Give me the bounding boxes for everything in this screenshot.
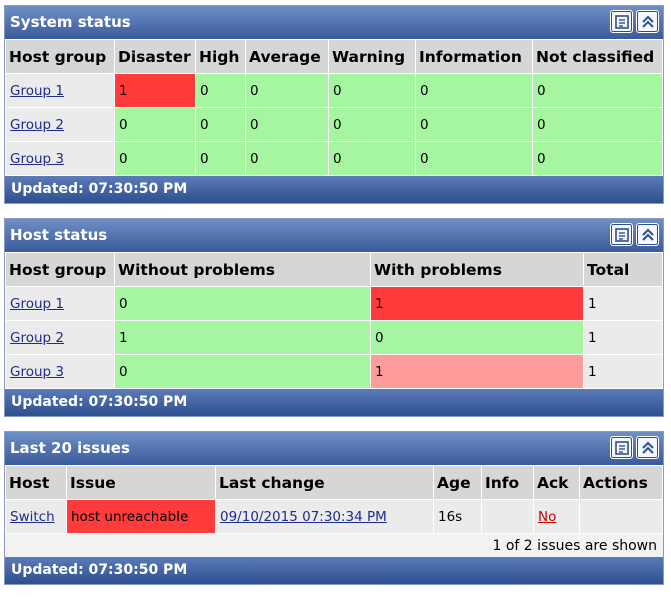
group-link[interactable]: Group 1 xyxy=(10,83,64,99)
with-problems-cell: 0 xyxy=(370,320,584,355)
total-cell: 1 xyxy=(583,286,663,321)
count-cell: 0 xyxy=(245,73,329,108)
host-status-header: Host status xyxy=(5,219,663,252)
group-link[interactable]: Group 2 xyxy=(10,330,64,346)
issues-table: Host Issue Last change Age Info Ack Acti… xyxy=(5,465,663,534)
list-icon[interactable] xyxy=(610,436,633,459)
count-cell: 0 xyxy=(195,141,246,176)
count-cell: 0 xyxy=(415,141,533,176)
col-host: Host xyxy=(5,465,67,500)
group-link[interactable]: Group 1 xyxy=(10,296,64,312)
table-row: Group 3 0 0 0 0 0 0 xyxy=(5,141,663,176)
total-cell: 1 xyxy=(583,320,663,355)
table-row: Group 2 0 0 0 0 0 0 xyxy=(5,107,663,142)
collapse-up-icon[interactable] xyxy=(636,436,659,459)
count-cell: 0 xyxy=(415,73,533,108)
system-status-widget: System status Host group Disaster High A… xyxy=(4,5,664,204)
issue-cell: host unreachable xyxy=(66,499,216,534)
list-icon[interactable] xyxy=(610,10,633,33)
col-without-problems: Without problems xyxy=(114,252,371,287)
without-problems-cell: 0 xyxy=(114,354,371,389)
host-status-table: Host group Without problems With problem… xyxy=(5,252,663,389)
updated-footer: Updated: 07:30:50 PM xyxy=(5,176,663,203)
count-cell: 0 xyxy=(245,141,329,176)
table-header-row: Host Issue Last change Age Info Ack Acti… xyxy=(5,465,663,500)
count-cell: 0 xyxy=(415,107,533,142)
col-with-problems: With problems xyxy=(370,252,584,287)
col-issue: Issue xyxy=(66,465,216,500)
count-cell: 0 xyxy=(532,107,663,142)
col-average: Average xyxy=(245,39,329,74)
col-high: High xyxy=(195,39,246,74)
collapse-up-icon[interactable] xyxy=(636,10,659,33)
count-cell: 0 xyxy=(328,141,416,176)
updated-footer: Updated: 07:30:50 PM xyxy=(5,389,663,416)
info-cell xyxy=(481,499,534,534)
age-cell: 16s xyxy=(433,499,482,534)
col-actions: Actions xyxy=(579,465,663,500)
collapse-up-icon[interactable] xyxy=(636,223,659,246)
widget-title: Last 20 issues xyxy=(10,439,130,457)
table-row: Group 1 1 0 0 0 0 0 xyxy=(5,73,663,108)
col-info: Info xyxy=(481,465,534,500)
count-cell: 0 xyxy=(328,107,416,142)
host-status-widget: Host status Host group Without problems … xyxy=(4,218,664,417)
col-host-group: Host group xyxy=(5,252,115,287)
issues-shown-count: 1 of 2 issues are shown xyxy=(5,534,663,557)
table-row: Group 2 1 0 1 xyxy=(5,320,663,355)
ack-link[interactable]: No xyxy=(538,509,556,525)
actions-cell xyxy=(579,499,663,534)
count-cell: 1 xyxy=(114,73,196,108)
with-problems-cell: 1 xyxy=(370,354,584,389)
list-icon[interactable] xyxy=(610,223,633,246)
group-link[interactable]: Group 3 xyxy=(10,364,64,380)
col-disaster: Disaster xyxy=(114,39,196,74)
count-cell: 0 xyxy=(532,73,663,108)
widget-title: System status xyxy=(10,13,131,31)
table-row: Group 1 0 1 1 xyxy=(5,286,663,321)
col-not-classified: Not classified xyxy=(532,39,663,74)
col-age: Age xyxy=(433,465,482,500)
total-cell: 1 xyxy=(583,354,663,389)
col-last-change: Last change xyxy=(215,465,434,500)
count-cell: 0 xyxy=(195,73,246,108)
count-cell: 0 xyxy=(328,73,416,108)
last-issues-header: Last 20 issues xyxy=(5,432,663,465)
group-link[interactable]: Group 3 xyxy=(10,151,64,167)
col-warning: Warning xyxy=(328,39,416,74)
table-header-row: Host group Without problems With problem… xyxy=(5,252,663,287)
group-link[interactable]: Group 2 xyxy=(10,117,64,133)
host-link[interactable]: Switch xyxy=(10,509,55,525)
table-header-row: Host group Disaster High Average Warning… xyxy=(5,39,663,74)
system-status-header: System status xyxy=(5,6,663,39)
col-total: Total xyxy=(583,252,663,287)
last-change-link[interactable]: 09/10/2015 07:30:34 PM xyxy=(220,509,387,525)
system-status-table: Host group Disaster High Average Warning… xyxy=(5,39,663,176)
col-information: Information xyxy=(415,39,533,74)
count-cell: 0 xyxy=(114,141,196,176)
with-problems-cell: 1 xyxy=(370,286,584,321)
last-issues-widget: Last 20 issues Host Issue Last change Ag… xyxy=(4,431,664,585)
updated-footer: Updated: 07:30:50 PM xyxy=(5,557,663,584)
count-cell: 0 xyxy=(245,107,329,142)
without-problems-cell: 1 xyxy=(114,320,371,355)
count-cell: 0 xyxy=(114,107,196,142)
count-cell: 0 xyxy=(195,107,246,142)
table-row: Group 3 0 1 1 xyxy=(5,354,663,389)
without-problems-cell: 0 xyxy=(114,286,371,321)
count-cell: 0 xyxy=(532,141,663,176)
widget-title: Host status xyxy=(10,226,108,244)
table-row: Switch host unreachable 09/10/2015 07:30… xyxy=(5,499,663,534)
col-host-group: Host group xyxy=(5,39,115,74)
col-ack: Ack xyxy=(533,465,580,500)
